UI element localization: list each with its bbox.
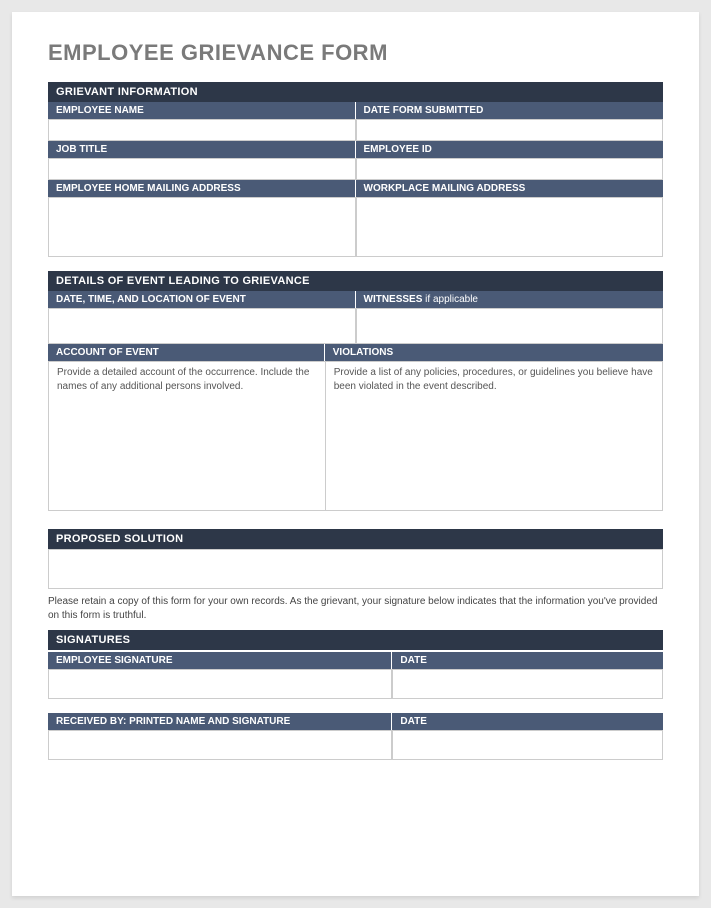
employee-signature-label: EMPLOYEE SIGNATURE bbox=[48, 652, 392, 669]
employee-signature-input[interactable] bbox=[48, 669, 392, 699]
signature-date1-input[interactable] bbox=[392, 669, 663, 699]
witnesses-input[interactable] bbox=[356, 308, 664, 344]
account-input[interactable]: Provide a detailed account of the occurr… bbox=[48, 361, 325, 511]
form-page: EMPLOYEE GRIEVANCE FORM GRIEVANT INFORMA… bbox=[12, 12, 699, 896]
signature-date2-input[interactable] bbox=[392, 730, 663, 760]
witnesses-label: WITNESSES if applicable bbox=[356, 291, 664, 308]
employee-id-label: EMPLOYEE ID bbox=[356, 141, 664, 158]
employee-name-label: EMPLOYEE NAME bbox=[48, 102, 356, 119]
signatures-section-header: SIGNATURES bbox=[48, 630, 663, 650]
form-title: EMPLOYEE GRIEVANCE FORM bbox=[48, 40, 663, 66]
grievant-section-header: GRIEVANT INFORMATION bbox=[48, 82, 663, 102]
signature-date1-label: DATE bbox=[392, 652, 663, 669]
witnesses-bold: WITNESSES bbox=[364, 294, 423, 305]
job-title-label: JOB TITLE bbox=[48, 141, 356, 158]
account-label: ACCOUNT OF EVENT bbox=[48, 344, 325, 361]
signature-date2-label: DATE bbox=[392, 713, 663, 730]
workplace-address-label: WORKPLACE MAILING ADDRESS bbox=[356, 180, 664, 197]
date-submitted-label: DATE FORM SUBMITTED bbox=[356, 102, 664, 119]
employee-name-input[interactable] bbox=[48, 119, 356, 141]
employee-id-input[interactable] bbox=[356, 158, 664, 180]
proposed-section-header: PROPOSED SOLUTION bbox=[48, 529, 663, 549]
date-submitted-input[interactable] bbox=[356, 119, 664, 141]
violations-hint: Provide a list of any policies, procedur… bbox=[326, 362, 662, 397]
job-title-input[interactable] bbox=[48, 158, 356, 180]
home-address-label: EMPLOYEE HOME MAILING ADDRESS bbox=[48, 180, 356, 197]
violations-label: VIOLATIONS bbox=[325, 344, 663, 361]
workplace-address-input[interactable] bbox=[356, 197, 664, 257]
proposed-solution-input[interactable] bbox=[48, 549, 663, 589]
date-time-location-input[interactable] bbox=[48, 308, 356, 344]
home-address-input[interactable] bbox=[48, 197, 356, 257]
disclaimer-text: Please retain a copy of this form for yo… bbox=[48, 595, 663, 622]
date-time-location-label: DATE, TIME, AND LOCATION OF EVENT bbox=[48, 291, 356, 308]
received-by-label: RECEIVED BY: PRINTED NAME AND SIGNATURE bbox=[48, 713, 392, 730]
witnesses-rest: if applicable bbox=[422, 294, 478, 305]
violations-input[interactable]: Provide a list of any policies, procedur… bbox=[325, 361, 663, 511]
received-by-input[interactable] bbox=[48, 730, 392, 760]
details-section-header: DETAILS OF EVENT LEADING TO GRIEVANCE bbox=[48, 271, 663, 291]
account-hint: Provide a detailed account of the occurr… bbox=[49, 362, 325, 397]
